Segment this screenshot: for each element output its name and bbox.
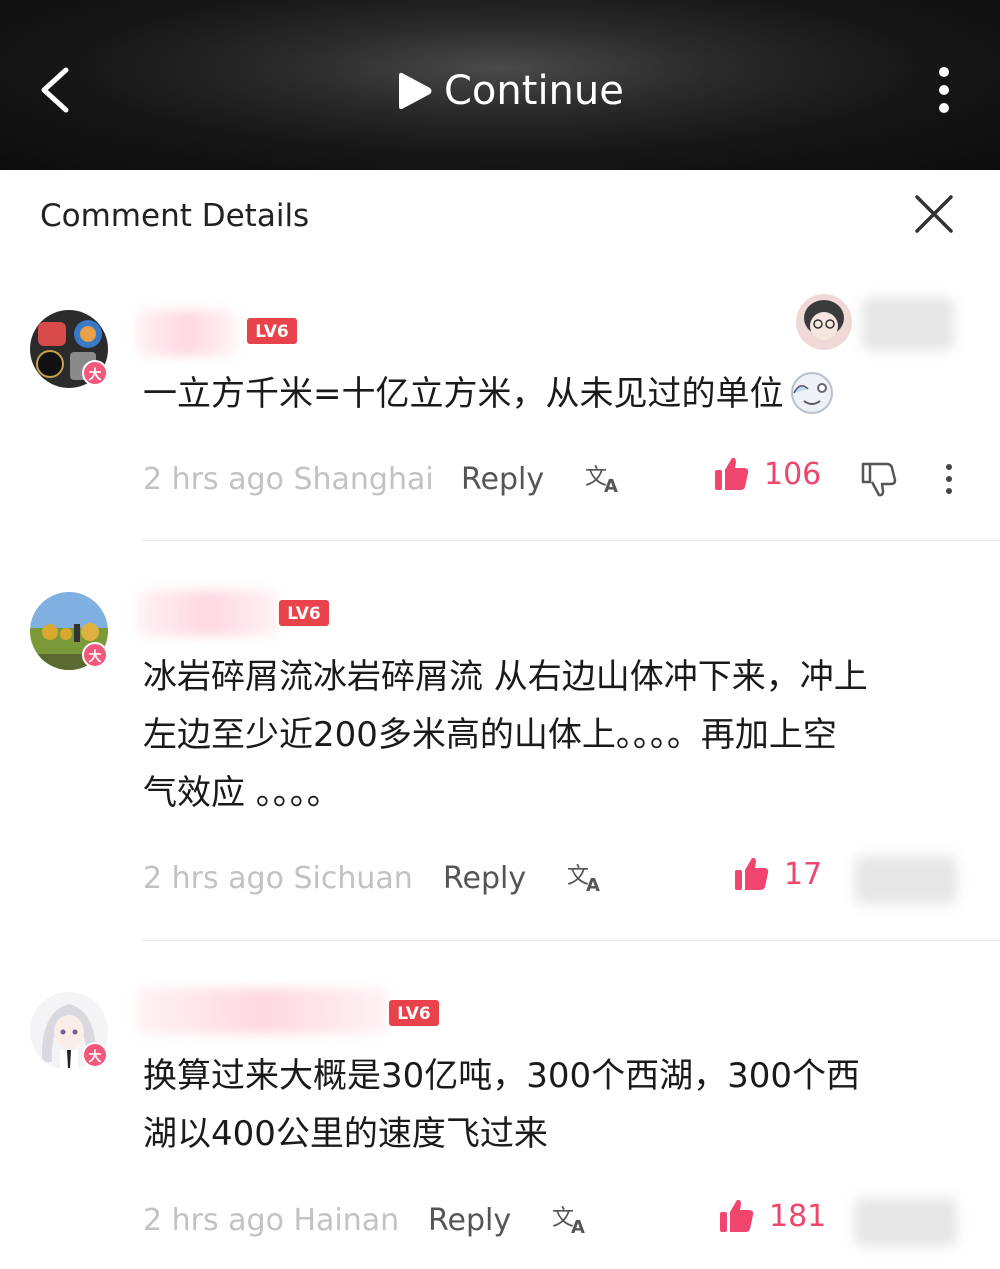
comment-text-line: 换算过来大概是30亿吨，300个西湖，300个西 [143,1056,861,1096]
vip-badge: 大 [82,642,108,668]
back-button[interactable] [32,58,82,122]
comment-text-line: 左边至少近200多米高的山体上。。。。再加上空 [143,715,837,755]
actions-blurred [855,856,957,904]
close-button[interactable] [912,192,956,236]
liker-avatar-image [796,294,852,350]
like-count: 17 [784,856,823,892]
comment-text-line: 气效应 。。。。 [143,773,341,813]
comment-details-header: Comment Details [0,170,1000,260]
comment-content: 一立方千米=十亿立方米，从未见过的单位 [143,365,973,423]
vip-badge: 大 [82,1042,108,1068]
level-badge: LV6 [247,318,297,344]
comment-content: 冰岩碎屑流冰岩碎屑流 从右边山体冲下来，冲上 左边至少近200多米高的山体上。。… [143,648,973,822]
reply-button[interactable]: Reply [443,861,526,896]
username-blurred[interactable] [136,988,388,1034]
translate-icon[interactable]: 文 A [566,861,604,893]
comment-meta: 2 hrs ago Shanghai [143,462,434,497]
translate-icon[interactable]: 文 A [584,462,622,494]
comment-text: 一立方千米=十亿立方米，从未见过的单位 [143,374,784,414]
thumbs-down-icon[interactable] [860,460,898,498]
comment-meta: 2 hrs ago Hainan [143,1203,400,1238]
actions-blurred [855,1198,957,1246]
level-badge: LV6 [279,600,329,626]
like-button[interactable]: 17 [734,856,822,892]
comment-text-line: 湖以400公里的速度飞过来 [143,1114,548,1154]
comment-meta: 2 hrs ago Sichuan [143,861,413,896]
thumbs-up-filled-icon [715,457,749,490]
username-blurred[interactable] [136,310,236,356]
comment-more-icon[interactable] [943,462,955,496]
author-liked-avatar [796,294,852,350]
divider [143,940,1000,941]
svg-text:A: A [571,1217,585,1235]
sheet-title: Comment Details [40,198,310,234]
thumbs-up-filled-icon [735,857,769,890]
username-blurred[interactable] [136,590,278,636]
level-badge: LV6 [389,1000,439,1026]
chevron-left-icon [41,67,69,113]
svg-text:A: A [586,875,600,893]
video-topbar: Continue [0,0,1000,170]
like-button[interactable]: 181 [719,1198,826,1234]
svg-text:A: A [604,476,618,494]
svg-text:LV6: LV6 [397,1004,430,1024]
reply-button[interactable]: Reply [428,1203,511,1238]
comment-text-line: 冰岩碎屑流冰岩碎屑流 从右边山体冲下来，冲上 [143,657,868,697]
svg-text:LV6: LV6 [255,322,288,342]
more-options-button[interactable] [926,64,962,116]
thumbs-up-filled-icon [720,1199,754,1232]
comment-content: 换算过来大概是30亿吨，300个西湖，300个西 湖以400公里的速度飞过来 [143,1047,973,1163]
vip-badge: 大 [82,360,108,386]
like-count: 106 [764,456,822,492]
like-count: 181 [769,1198,827,1234]
translate-icon[interactable]: 文 A [551,1203,589,1235]
like-button[interactable]: 106 [714,456,821,492]
continue-label: Continue [444,68,624,114]
author-liked-label-blurred [862,298,954,350]
close-icon [915,195,953,233]
continue-button[interactable]: Continue [396,60,624,122]
vertical-dots-icon [939,67,949,113]
divider [143,540,1000,541]
play-icon [399,72,432,110]
reply-button[interactable]: Reply [461,462,544,497]
sticker-emoji-icon [790,372,833,414]
svg-text:LV6: LV6 [287,604,320,624]
